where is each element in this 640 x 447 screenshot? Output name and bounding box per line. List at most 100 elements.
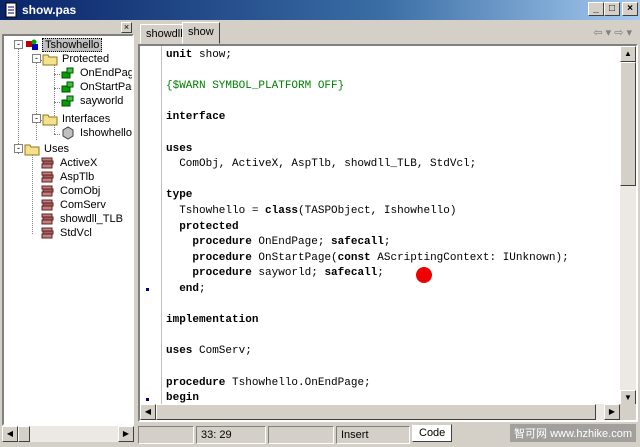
tab-code-view[interactable]: Code	[412, 424, 453, 442]
code-keyword: class	[265, 205, 299, 217]
code-keyword: safecall	[324, 267, 378, 280]
code-editor[interactable]: unit show; {$WARN SYMBOL_PLATFORM OFF} int…	[138, 44, 638, 422]
code-text: AScriptingContext: IUnknown);	[370, 251, 569, 264]
method-icon	[60, 66, 76, 80]
code-line[interactable]: unit show;	[166, 48, 232, 63]
code-text: OnEndPage;	[251, 236, 332, 249]
code-line[interactable]: procedure OnEndPage; safecall;	[166, 235, 390, 250]
back-arrow-icon[interactable]: ⇦ ▾	[593, 27, 611, 39]
navigation-arrows: ⇦ ▾ ⇨ ▾	[593, 26, 632, 39]
code-line[interactable]: implementation	[166, 313, 258, 328]
method-icon	[60, 94, 76, 108]
scrollbar-corner	[620, 404, 636, 420]
folder-icon	[24, 142, 40, 156]
code-text: ComServ;	[192, 345, 252, 358]
code-keyword: end	[166, 283, 200, 295]
tree-node-label: Protected	[62, 53, 110, 65]
collapse-toggle[interactable]: -	[32, 114, 41, 123]
scroll-right-button[interactable]: ▶	[118, 426, 134, 442]
unit-icon	[40, 184, 56, 198]
code-keyword: const	[337, 251, 371, 264]
tree-node-label: ActiveX	[60, 157, 98, 169]
collapse-toggle[interactable]: -	[14, 144, 23, 153]
red-circle-annotation	[416, 267, 432, 283]
code-area[interactable]: unit show; {$WARN SYMBOL_PLATFORM OFF} int…	[166, 46, 620, 406]
code-keyword: interface	[166, 111, 226, 124]
code-line[interactable]: interface	[166, 110, 225, 125]
code-directive: {$WARN SYMBOL_PLATFORM OFF}	[166, 80, 345, 93]
scroll-up-button[interactable]: ▲	[620, 46, 636, 62]
code-text: Tshowhello.OnEndPage;	[225, 376, 371, 389]
interface-icon	[60, 126, 76, 140]
code-line[interactable]: type	[166, 188, 192, 203]
code-line[interactable]: procedure Tshowhello.OnEndPage;	[166, 376, 371, 391]
explorer-close-button[interactable]: ×	[121, 22, 132, 33]
tree-node-label: Interfaces	[62, 113, 111, 125]
modified-indicator	[268, 426, 334, 444]
code-keyword: type	[166, 189, 193, 202]
unit-icon	[40, 198, 56, 212]
code-line[interactable]: protected	[166, 220, 239, 235]
tree-connector	[36, 60, 37, 140]
breakpoint-line-marker	[146, 398, 149, 401]
code-text: sayworld;	[251, 267, 325, 280]
code-line[interactable]: procedure OnStartPage(const AScriptingCo…	[166, 251, 569, 266]
code-keyword: procedure	[166, 376, 226, 389]
document-icon	[5, 2, 17, 18]
explorer-horizontal-scrollbar[interactable]: ◀ ▶	[2, 426, 134, 442]
code-text: ;	[383, 236, 391, 249]
scroll-thumb[interactable]	[18, 426, 30, 442]
tab-label: show	[188, 26, 214, 38]
scroll-right-button[interactable]: ▶	[604, 404, 620, 420]
tree-node-label: OnEndPage	[80, 67, 134, 79]
watermark: 智可网 www.hzhike.com	[510, 424, 636, 442]
scroll-left-button[interactable]: ◀	[2, 426, 18, 442]
scroll-left-button[interactable]: ◀	[140, 404, 156, 420]
unit-icon	[40, 226, 56, 240]
scroll-thumb[interactable]	[620, 62, 636, 186]
explorer-tree[interactable]: -Tshowhello-ProtectedOnEndPageOnStartPag…	[2, 34, 134, 426]
code-text: ComObj, ActiveX, AspTlb, showdll_TLB, St…	[166, 158, 477, 171]
tree-node-label: OnStartPage	[80, 81, 132, 93]
tab-label: showdll	[146, 28, 183, 40]
code-line[interactable]: uses	[166, 142, 192, 157]
forward-arrow-icon[interactable]: ⇨ ▾	[614, 27, 632, 39]
code-line[interactable]: procedure sayworld; safecall;	[166, 266, 384, 281]
code-line[interactable]: {$WARN SYMBOL_PLATFORM OFF}	[166, 79, 344, 94]
editor-horizontal-scrollbar[interactable]: ◀ ▶	[140, 404, 620, 420]
method-icon	[60, 80, 76, 94]
tree-node-label: ComServ	[60, 199, 106, 211]
tree-connector	[18, 46, 19, 154]
cursor-position: 33: 29	[196, 426, 266, 444]
code-keyword: begin	[166, 392, 200, 405]
collapse-toggle[interactable]: -	[14, 40, 23, 49]
collapse-toggle[interactable]: -	[32, 54, 41, 63]
unit-icon	[40, 156, 56, 170]
code-line[interactable]: uses ComServ;	[166, 344, 252, 359]
tree-node-label: ComObj	[60, 185, 101, 197]
tree-node-label: showdll_TLB	[60, 213, 123, 225]
minimize-button[interactable]: _	[588, 2, 604, 16]
close-button[interactable]: ×	[622, 2, 638, 16]
tree-node-label: sayworld	[80, 95, 124, 107]
tree-node-label: AspTlb	[60, 171, 95, 183]
unit-icon	[40, 170, 56, 184]
code-explorer: × - Tshowhello - Protected OnEndPage OnStartP…	[2, 22, 134, 426]
tree-node-label: Ishowhello	[80, 127, 132, 139]
code-line[interactable]: end;	[166, 282, 205, 297]
code-keyword: implementation	[166, 314, 259, 327]
editor-gutter[interactable]	[140, 46, 162, 406]
code-line[interactable]: Tshowhello = class(TASPObject, Ishowhell…	[166, 204, 456, 219]
scroll-thumb[interactable]	[156, 404, 596, 420]
tree-node-label: Tshowhello	[42, 38, 103, 52]
code-line[interactable]: ComObj, ActiveX, AspTlb, showdll_TLB, St…	[166, 157, 476, 172]
folder-icon	[42, 52, 58, 66]
editor-tabs: showdll show ⇦ ▾ ⇨ ▾	[138, 22, 640, 44]
tab-show[interactable]: show	[182, 22, 220, 44]
class-icon	[24, 38, 40, 52]
window-titlebar[interactable]: show.pas _ □ ×	[0, 0, 640, 20]
code-keyword: protected	[166, 220, 239, 233]
code-text: ;	[377, 267, 384, 280]
editor-vertical-scrollbar[interactable]: ▲ ▼	[620, 46, 636, 406]
maximize-button[interactable]: □	[604, 2, 620, 16]
